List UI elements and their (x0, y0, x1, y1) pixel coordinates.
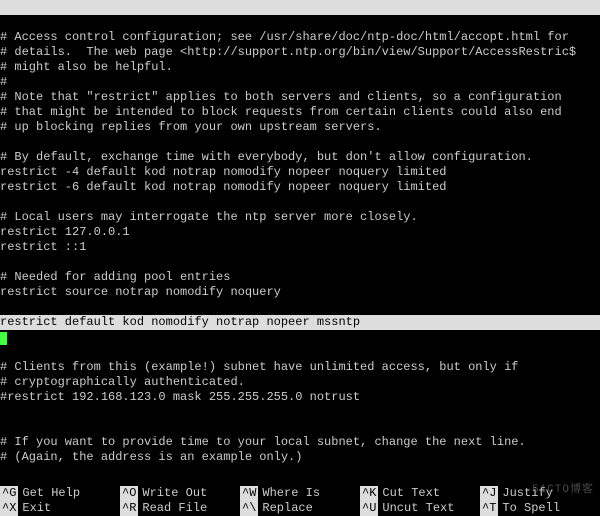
keycap: ^X (0, 501, 18, 516)
editor-line[interactable] (0, 195, 600, 210)
cursor (0, 332, 7, 345)
editor-line[interactable]: # that might be intended to block reques… (0, 105, 600, 120)
editor-line[interactable]: restrict -6 default kod notrap nomodify … (0, 180, 600, 195)
shortcut-get-help[interactable]: ^G Get Help (0, 486, 120, 501)
key-label: To Spell (502, 501, 560, 516)
editor-line[interactable] (0, 420, 600, 435)
keycap: ^T (480, 501, 498, 516)
keycap: ^J (480, 486, 498, 501)
editor-line[interactable]: restrict 127.0.0.1 (0, 225, 600, 240)
editor-line[interactable]: # Note that "restrict" applies to both s… (0, 90, 600, 105)
shortcut-read-file[interactable]: ^R Read File (120, 501, 240, 516)
nano-titlebar: GNU nano 2.5.3 File: /etc/ntp.conf (0, 0, 600, 15)
editor-line[interactable]: # If you want to provide time to your lo… (0, 435, 600, 450)
key-label: Get Help (22, 486, 80, 501)
keycap: ^K (360, 486, 378, 501)
keycap: ^O (120, 486, 138, 501)
editor-line[interactable]: # Needed for adding pool entries (0, 270, 600, 285)
editor-line[interactable]: # details. The web page <http://support.… (0, 45, 600, 60)
keycap: ^W (240, 486, 258, 501)
editor-line[interactable]: restrict ::1 (0, 240, 600, 255)
editor-line[interactable] (0, 405, 600, 420)
keycap: ^U (360, 501, 378, 516)
editor-line[interactable]: # Local users may interrogate the ntp se… (0, 210, 600, 225)
shortcut-cut-text[interactable]: ^K Cut Text (360, 486, 480, 501)
shortcut-where-is[interactable]: ^W Where Is (240, 486, 360, 501)
shortcut-to-spell[interactable]: ^T To Spell (480, 501, 600, 516)
key-label: Cut Text (382, 486, 440, 501)
shortcut-row-2: ^X Exit ^R Read File ^\ Replace ^U Uncut Text ^T… (0, 501, 600, 516)
keycap: ^G (0, 486, 18, 501)
editor-line[interactable]: # By default, exchange time with everybo… (0, 150, 600, 165)
editor-line[interactable] (0, 300, 600, 315)
key-label: Where Is (262, 486, 320, 501)
keycap: ^R (120, 501, 138, 516)
shortcut-bar: ^G Get Help ^O Write Out ^W Where Is ^K Cut Tex… (0, 486, 600, 516)
shortcut-row-1: ^G Get Help ^O Write Out ^W Where Is ^K Cut Tex… (0, 486, 600, 501)
shortcut-write-out[interactable]: ^O Write Out (120, 486, 240, 501)
editor-line[interactable]: #restrict 192.168.123.0 mask 255.255.255… (0, 390, 600, 405)
key-label: Exit (22, 501, 51, 516)
cursor-line[interactable] (0, 330, 600, 345)
key-label: Read File (142, 501, 207, 516)
editor-line[interactable]: restrict source notrap nomodify noquery (0, 285, 600, 300)
file-path: File: /etc/ntp.conf (325, 15, 462, 29)
title-spacer (152, 15, 325, 29)
editor-line[interactable]: # up blocking replies from your own upst… (0, 120, 600, 135)
editor-line[interactable]: # might also be helpful. (0, 60, 600, 75)
editor-content[interactable]: # Access control configuration; see /usr… (0, 15, 600, 315)
keycap: ^\ (240, 501, 258, 516)
shortcut-replace[interactable]: ^\ Replace (240, 501, 360, 516)
editor-line[interactable]: # cryptographically authenticated. (0, 375, 600, 390)
editor-line[interactable] (0, 465, 600, 480)
editor-line[interactable]: # Access control configuration; see /usr… (0, 30, 600, 45)
editor-content-after[interactable]: # Clients from this (example!) subnet ha… (0, 345, 600, 480)
editor-line[interactable]: # (0, 75, 600, 90)
editor-line[interactable]: restrict -4 default kod notrap nomodify … (0, 165, 600, 180)
editor-line[interactable]: # (Again, the address is an example only… (0, 450, 600, 465)
highlighted-line[interactable]: restrict default kod nomodify notrap nop… (0, 315, 600, 330)
app-name: GNU nano 2.5.3 (29, 15, 152, 29)
watermark: 51CTO博客 (532, 483, 594, 498)
terminal-screen: GNU nano 2.5.3 File: /etc/ntp.conf # Acc… (0, 0, 600, 516)
highlight-text: restrict default kod nomodify notrap nop… (0, 315, 600, 330)
editor-line[interactable] (0, 345, 600, 360)
editor-line[interactable] (0, 135, 600, 150)
key-label: Uncut Text (382, 501, 454, 516)
editor-line[interactable]: # Clients from this (example!) subnet ha… (0, 360, 600, 375)
key-label: Replace (262, 501, 312, 516)
shortcut-uncut-text[interactable]: ^U Uncut Text (360, 501, 480, 516)
editor-line[interactable] (0, 255, 600, 270)
key-label: Write Out (142, 486, 207, 501)
shortcut-exit[interactable]: ^X Exit (0, 501, 120, 516)
